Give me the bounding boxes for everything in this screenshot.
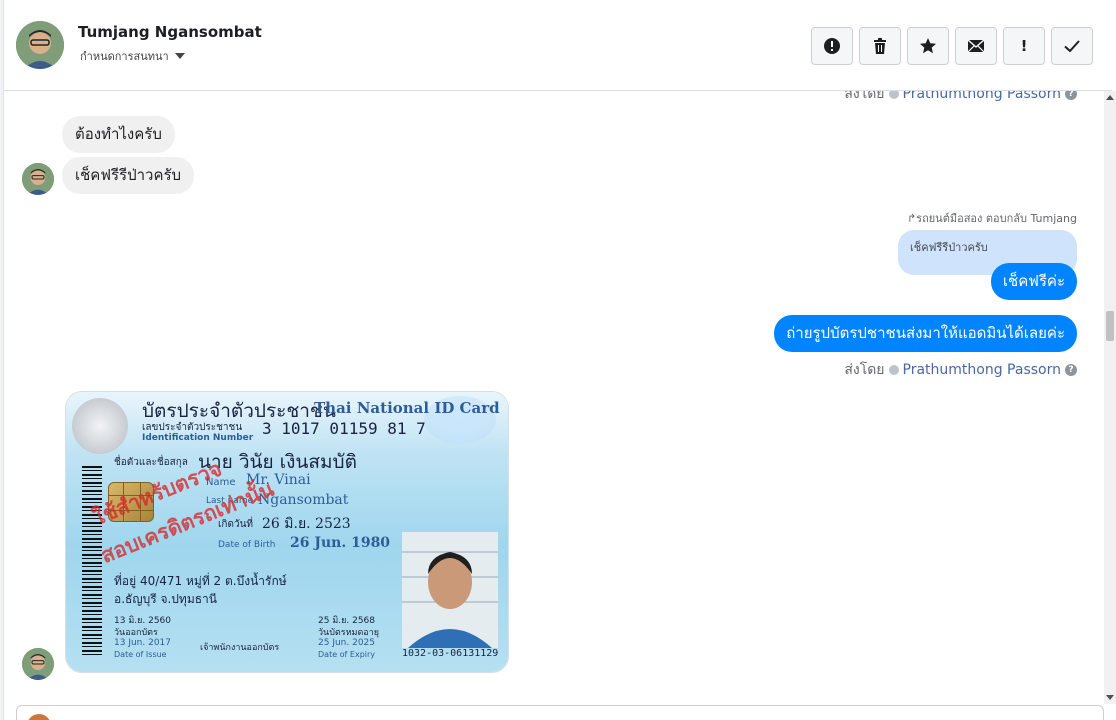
mark-done-button[interactable] [1051,27,1093,65]
expiry-date-label-thai: วันบัตรหมดอายุ [318,628,380,638]
address-line-2: อ.ธัญบุรี จ.ปทุมธานี [114,592,217,606]
envelope-icon [967,39,985,53]
scroll-down-arrow-icon[interactable] [1106,695,1114,700]
scroll-up-arrow-icon[interactable] [1106,95,1114,100]
id-card-image-attachment[interactable]: บัตรประจำตัวประชาชน Thai National ID Car… [66,392,508,672]
issuing-officer: เจ้าพนักงานออกบัตร [200,643,280,653]
incoming-message[interactable]: ต้องทำไงครับ [62,116,175,153]
dob-label-english: Date of Birth [218,540,276,550]
page-icon [888,91,899,99]
dob-thai: 26 มิ.ย. 2523 [262,516,351,532]
delete-button[interactable] [859,27,901,65]
outgoing-message[interactable]: เช็คฟรีค่ะ [990,263,1077,300]
issue-date-label-thai: วันออกบัตร [114,628,158,638]
page-icon [888,365,899,375]
sender-link[interactable]: Prathumthong Passorn [903,362,1061,378]
card-title-english: Thai National ID Card [314,399,500,417]
message-thread[interactable]: ส่งโดย Prathumthong Passorn ? ต้องทำไงคร… [4,91,1104,704]
conversation-settings-label: กำหนดการสนทนา [80,50,169,63]
holder-photo [402,532,498,648]
id-label-english: Identification Number [142,433,254,443]
caret-down-icon [174,53,185,59]
contact-avatar-small[interactable] [22,163,54,195]
card-serial: 1032-03-06131129 [402,648,499,659]
help-icon[interactable]: ? [1065,91,1077,100]
follow-up-button[interactable]: ! [1003,27,1045,65]
star-button[interactable] [907,27,949,65]
alert-icon [824,38,840,54]
outgoing-message[interactable]: ถ่ายรูปบัตรปชาชนส่งมาให้แอดมินได้เลยค่ะ [774,315,1077,352]
incoming-message[interactable]: เช็คฟรีรีป่าวครับ [62,157,195,194]
id-number: 3 1017 01159 81 7 [262,419,426,438]
conversation-settings-dropdown[interactable]: กำหนดการสนทนา [80,47,185,65]
conversation-header: Tumjang Ngansombat กำหนดการสนทนา ! [4,0,1112,91]
sent-by-line: ส่งโดย Prathumthong Passorn ? [844,91,1077,105]
reply-context-label: ↱รถยนต์มือสอง ตอบกลับ Tumjang [906,212,1077,225]
report-button[interactable] [811,27,853,65]
star-icon [920,38,936,54]
reply-arrow-icon: ↱ [906,212,917,225]
issue-date-label-english: Date of Issue [114,650,167,659]
scroll-thumb[interactable] [1106,311,1114,341]
sent-by-line: ส่งโดย Prathumthong Passorn ? [844,359,1077,381]
garuda-emblem-icon [72,398,128,454]
thread-scrollbar[interactable] [1104,91,1116,704]
dob-english: 26 Jun. 1980 [290,535,391,551]
contact-avatar-small[interactable] [22,648,54,680]
sent-by-prefix: ส่งโดย [844,91,885,102]
sender-link[interactable]: Prathumthong Passorn [903,91,1061,102]
expiry-date-english: 25 Jun. 2025 [318,638,376,648]
expiry-date-label-english: Date of Expiry [318,650,376,659]
message-composer[interactable] [16,705,1104,720]
mark-unread-button[interactable] [955,27,997,65]
trash-icon [874,38,886,54]
barcode [82,466,102,656]
help-icon[interactable]: ? [1065,364,1077,376]
contact-avatar[interactable] [16,21,64,69]
exclamation-icon: ! [1020,37,1028,55]
check-icon [1064,40,1080,53]
address-line-1: ที่อยู่ 40/471 หมู่ที่ 2 ต.บึงน้ำรักษ์ [114,574,287,588]
page-avatar [27,714,51,720]
conversation-toolbar: ! [811,27,1093,65]
issue-date-english: 13 Jun. 2017 [114,638,172,648]
sent-by-prefix: ส่งโดย [844,362,885,378]
contact-name[interactable]: Tumjang Ngansombat [78,23,262,41]
